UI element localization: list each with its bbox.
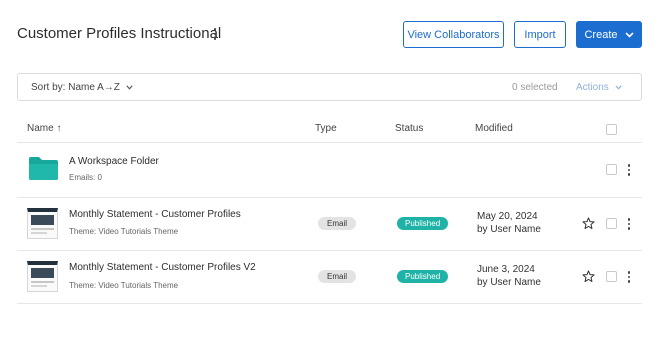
row-checkbox[interactable] bbox=[606, 271, 617, 282]
row-more-options-icon[interactable] bbox=[623, 163, 635, 177]
list-toolbar: Sort by: Name A→Z 0 selected Actions bbox=[17, 73, 642, 101]
page-title: Customer Profiles Instructional bbox=[17, 25, 222, 42]
star-icon[interactable] bbox=[582, 217, 595, 230]
actions-label: Actions bbox=[576, 82, 609, 93]
modified-by: by User Name bbox=[477, 224, 541, 235]
folder-icon bbox=[29, 157, 58, 180]
row-subtitle: Emails: 0 bbox=[69, 173, 102, 182]
column-header-type: Type bbox=[315, 123, 337, 134]
chevron-down-icon bbox=[126, 85, 133, 90]
status-badge: Published bbox=[397, 270, 449, 283]
column-header-name[interactable]: Name ↑ bbox=[27, 123, 61, 134]
create-button[interactable]: Create bbox=[576, 21, 642, 48]
sort-label: Sort by: Name A→Z bbox=[31, 82, 120, 93]
chevron-down-icon bbox=[615, 85, 622, 90]
modified-by: by User Name bbox=[477, 277, 541, 288]
row-subtitle: Theme: Video Tutorials Theme bbox=[69, 281, 179, 290]
row-title[interactable]: Monthly Statement - Customer Profiles bbox=[69, 209, 241, 220]
column-header-status: Status bbox=[395, 123, 424, 134]
type-badge: Email bbox=[318, 217, 357, 230]
row-checkbox[interactable] bbox=[606, 164, 617, 175]
status-badge: Published bbox=[397, 217, 449, 230]
modified-date: May 20, 2024 bbox=[477, 211, 538, 222]
column-header-modified: Modified bbox=[475, 123, 513, 134]
title-more-options-icon[interactable] bbox=[209, 27, 221, 41]
select-all-checkbox[interactable] bbox=[606, 124, 617, 135]
selected-count: 0 selected bbox=[512, 82, 558, 93]
chevron-down-icon bbox=[624, 31, 634, 38]
create-button-label: Create bbox=[584, 28, 618, 41]
type-badge: Email bbox=[318, 270, 357, 283]
view-collaborators-button[interactable]: View Collaborators bbox=[403, 21, 504, 48]
table-row[interactable]: A Workspace Folder Emails: 0 bbox=[17, 143, 642, 197]
row-subtitle: Theme: Video Tutorials Theme bbox=[69, 227, 179, 236]
row-more-options-icon[interactable] bbox=[623, 270, 635, 284]
import-button[interactable]: Import bbox=[514, 21, 566, 48]
email-thumbnail[interactable] bbox=[27, 261, 58, 292]
row-more-options-icon[interactable] bbox=[623, 217, 635, 231]
row-title[interactable]: A Workspace Folder bbox=[69, 156, 159, 167]
table-row[interactable]: Monthly Statement - Customer Profiles Th… bbox=[17, 198, 642, 250]
email-thumbnail[interactable] bbox=[27, 208, 58, 239]
modified-date: June 3, 2024 bbox=[477, 264, 535, 275]
sort-dropdown[interactable]: Sort by: Name A→Z bbox=[31, 82, 133, 93]
divider bbox=[17, 303, 642, 304]
row-checkbox[interactable] bbox=[606, 218, 617, 229]
table-row[interactable]: Monthly Statement - Customer Profiles V2… bbox=[17, 251, 642, 303]
row-title[interactable]: Monthly Statement - Customer Profiles V2 bbox=[69, 262, 256, 273]
actions-dropdown[interactable]: Actions bbox=[576, 82, 622, 93]
star-icon[interactable] bbox=[582, 270, 595, 283]
